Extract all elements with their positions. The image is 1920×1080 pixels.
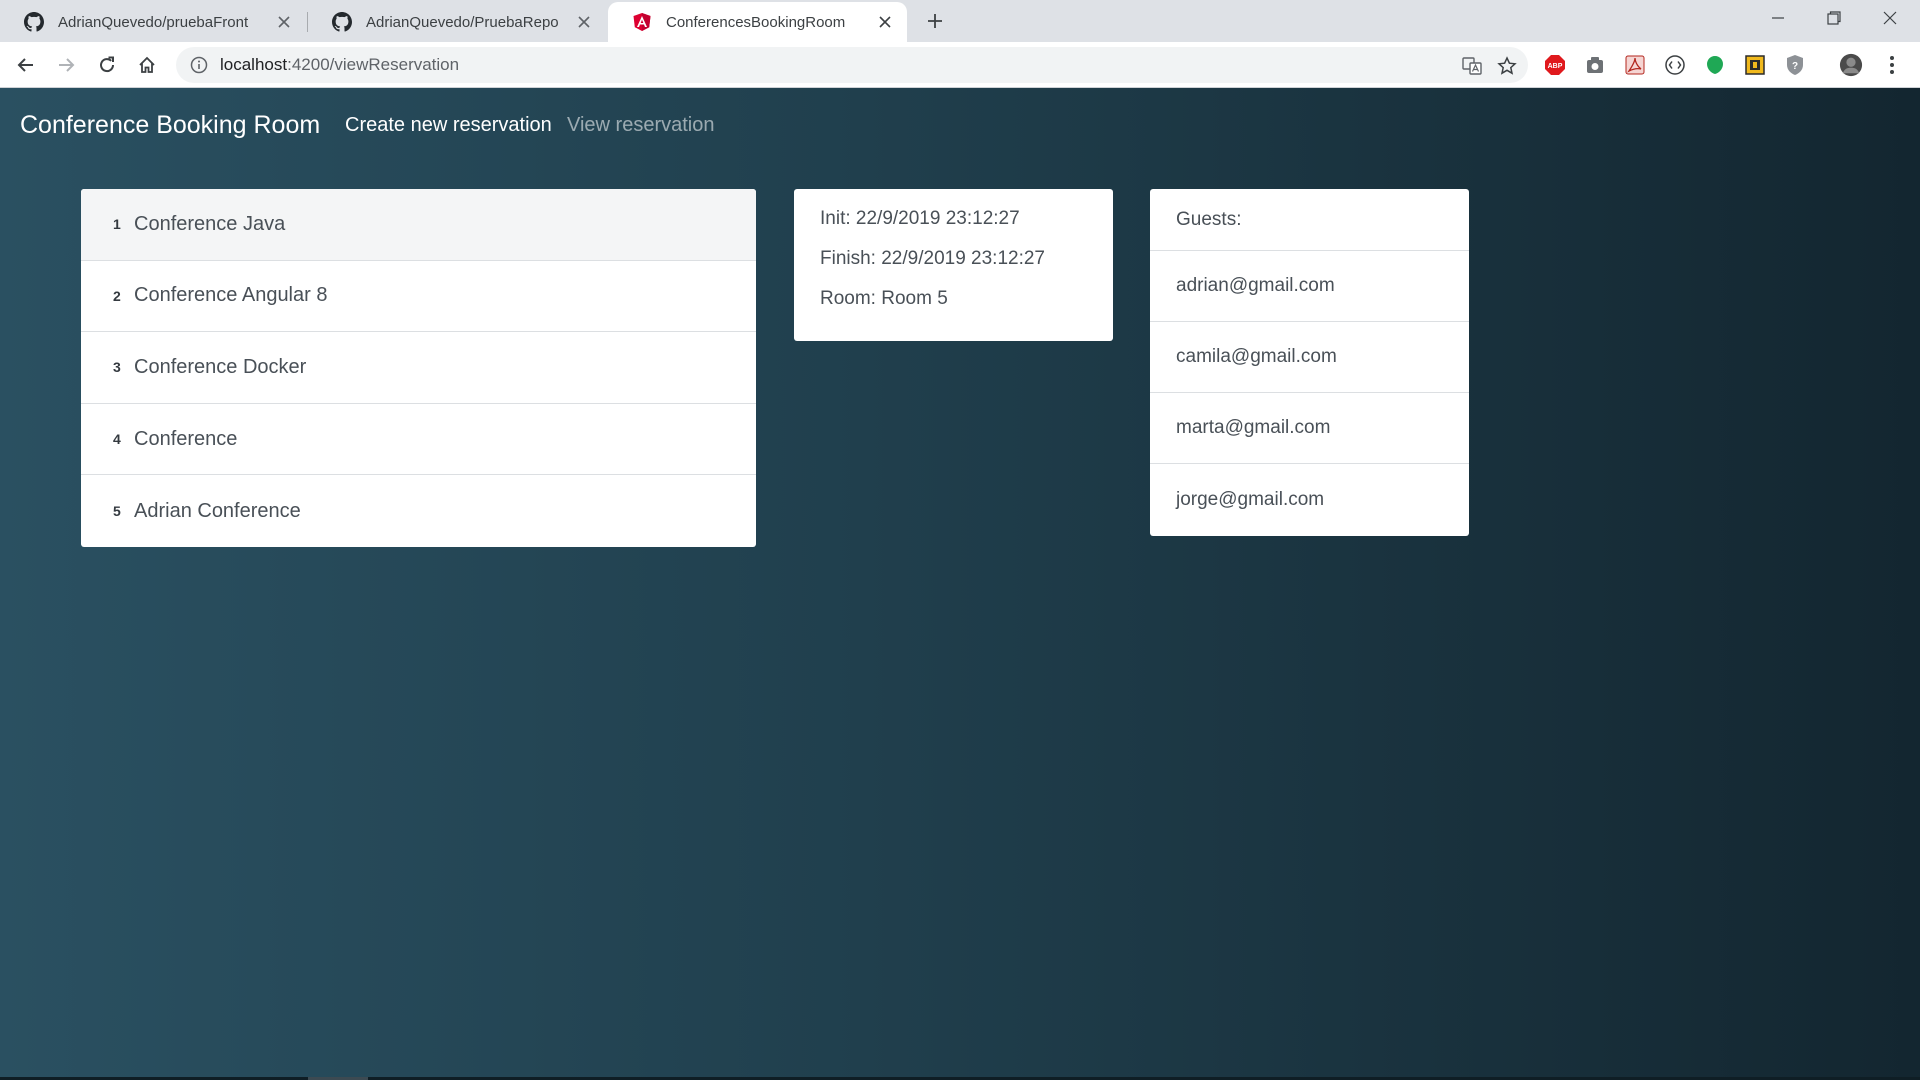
home-button[interactable] <box>133 51 161 79</box>
tab-title: AdrianQuevedo/PruebaRepo <box>366 13 559 31</box>
translate-icon[interactable] <box>1461 55 1483 77</box>
guest-email: marta@gmail.com <box>1150 393 1469 464</box>
conference-number: 4 <box>113 431 121 448</box>
adblock-icon[interactable]: ABP <box>1543 53 1567 77</box>
reader-extension-icon[interactable] <box>1743 53 1767 77</box>
forward-button[interactable] <box>52 51 80 79</box>
conference-list-item[interactable]: 5 Adrian Conference <box>81 475 756 547</box>
green-leaf-extension-icon[interactable] <box>1703 53 1727 77</box>
code-extension-icon[interactable] <box>1663 53 1687 77</box>
pdf-extension-icon[interactable] <box>1623 53 1647 77</box>
github-icon <box>24 12 44 32</box>
conference-number: 5 <box>113 503 121 520</box>
conference-list: 1 Conference Java 2 Conference Angular 8… <box>81 189 756 547</box>
reservation-finish: Finish: 22/9/2019 23:12:27 <box>820 248 1046 269</box>
page-viewport: Conference Booking Room Create new reser… <box>0 88 1920 1080</box>
camera-extension-icon[interactable] <box>1583 53 1607 77</box>
conference-number: 1 <box>113 216 121 233</box>
profile-avatar-icon[interactable] <box>1839 53 1863 77</box>
conference-name: Conference Java <box>134 212 286 235</box>
tab-close-icon[interactable] <box>877 14 893 30</box>
tab-close-icon[interactable] <box>276 14 292 30</box>
conference-number: 2 <box>113 287 121 304</box>
url-path: :4200/viewReservation <box>287 55 460 74</box>
conference-list-item[interactable]: 4 Conference <box>81 404 756 476</box>
url-text: localhost:4200/viewReservation <box>220 55 459 75</box>
app-navbar: Conference Booking Room Create new reser… <box>0 88 1920 162</box>
browser-toolbar: localhost:4200/viewReservation ABP ? <box>0 42 1920 88</box>
address-bar[interactable]: localhost:4200/viewReservation <box>176 47 1528 83</box>
menu-kebab-icon[interactable] <box>1880 53 1904 77</box>
conference-list-item[interactable]: 2 Conference Angular 8 <box>81 261 756 333</box>
browser-tab-prueba-repo[interactable]: AdrianQuevedo/PruebaRepo <box>308 2 606 42</box>
tab-close-icon[interactable] <box>576 14 592 30</box>
back-button[interactable] <box>12 51 40 79</box>
shield-extension-icon[interactable]: ? <box>1783 53 1807 77</box>
navbar-brand[interactable]: Conference Booking Room <box>20 111 320 140</box>
bookmark-star-icon[interactable] <box>1496 55 1518 77</box>
reservation-init: Init: 22/9/2019 23:12:27 <box>820 208 1020 229</box>
tab-title: ConferencesBookingRoom <box>666 13 846 31</box>
conference-name: Conference Docker <box>134 355 307 378</box>
tab-title: AdrianQuevedo/pruebaFront <box>58 13 249 31</box>
close-window-button[interactable] <box>1862 0 1918 36</box>
conference-name: Adrian Conference <box>134 499 301 522</box>
angular-icon <box>632 12 652 32</box>
reload-button[interactable] <box>93 51 121 79</box>
restore-button[interactable] <box>1806 0 1862 36</box>
browser-tab-conferences[interactable]: ConferencesBookingRoom <box>608 2 907 42</box>
conference-name: Conference <box>134 427 238 450</box>
svg-text:?: ? <box>1792 61 1798 72</box>
conference-name: Conference Angular 8 <box>134 284 328 307</box>
site-info-icon[interactable] <box>190 56 208 74</box>
reservation-details-card: Init: 22/9/2019 23:12:27 Finish: 22/9/20… <box>794 189 1113 341</box>
github-icon <box>332 12 352 32</box>
guests-card: Guests: adrian@gmail.com camila@gmail.co… <box>1150 189 1469 536</box>
guest-email: jorge@gmail.com <box>1176 488 1325 510</box>
reservation-room: Room: Room 5 <box>820 288 948 309</box>
url-host: localhost <box>220 55 288 74</box>
browser-tab-prueba-front[interactable]: AdrianQuevedo/pruebaFront <box>0 2 306 42</box>
browser-tab-strip: AdrianQuevedo/pruebaFront AdrianQuevedo/… <box>0 0 1920 42</box>
guest-email: camila@gmail.com <box>1150 322 1469 393</box>
conference-list-item[interactable]: 1 Conference Java <box>81 189 756 261</box>
svg-text:ABP: ABP <box>1548 63 1563 70</box>
new-tab-button[interactable] <box>922 8 948 34</box>
guests-heading: Guests: <box>1150 189 1469 251</box>
conference-list-item[interactable]: 3 Conference Docker <box>81 332 756 404</box>
nav-link-view-reservation[interactable]: View reservation <box>567 114 714 137</box>
nav-link-create-reservation[interactable]: Create new reservation <box>345 114 552 137</box>
conference-number: 3 <box>113 359 121 376</box>
guest-email: adrian@gmail.com <box>1150 251 1469 322</box>
minimize-button[interactable] <box>1750 0 1806 36</box>
